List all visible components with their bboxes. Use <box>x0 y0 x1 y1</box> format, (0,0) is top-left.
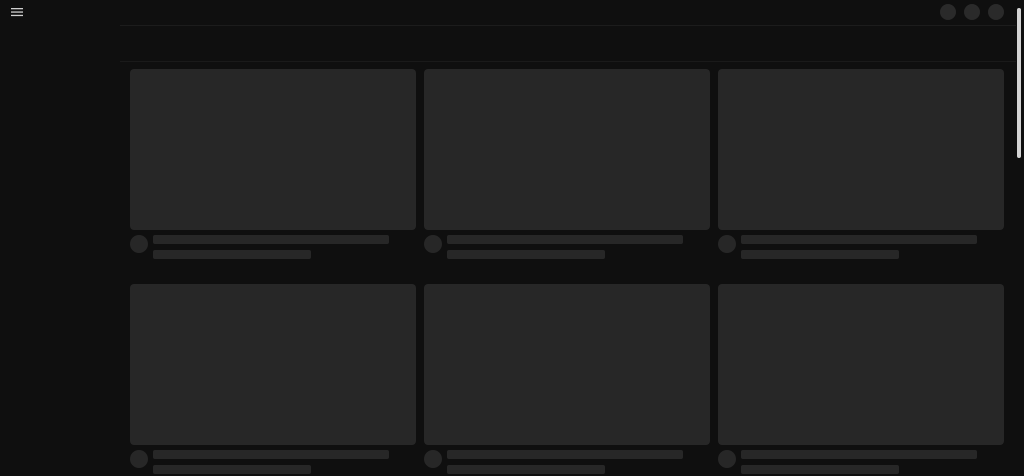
title-line-skeleton <box>153 450 389 459</box>
menu-button[interactable] <box>10 5 24 19</box>
sidebar <box>0 24 120 476</box>
video-grid <box>130 69 1004 476</box>
subtitle-line-skeleton <box>741 465 899 474</box>
avatar-skeleton <box>424 450 442 468</box>
title-line-skeleton <box>741 450 977 459</box>
thumbnail-skeleton <box>718 69 1004 230</box>
avatar-skeleton <box>718 235 736 253</box>
header-action-placeholder-2[interactable] <box>964 4 980 20</box>
subtitle-line-skeleton <box>153 250 311 259</box>
avatar-skeleton <box>718 450 736 468</box>
hamburger-menu-icon <box>11 8 23 17</box>
title-line-skeleton <box>741 235 977 244</box>
thumbnail-skeleton <box>130 284 416 445</box>
vertical-scrollbar[interactable] <box>1016 4 1022 476</box>
video-card-skeleton[interactable] <box>424 69 710 261</box>
video-card-skeleton[interactable] <box>718 69 1004 261</box>
header-action-placeholder-3[interactable] <box>988 4 1004 20</box>
app-window <box>0 0 1024 476</box>
subtitle-line-skeleton <box>447 250 605 259</box>
title-line-skeleton <box>447 450 683 459</box>
header-action-placeholder-1[interactable] <box>940 4 956 20</box>
video-card-skeleton[interactable] <box>130 284 416 476</box>
avatar-skeleton <box>424 235 442 253</box>
subtitle-line-skeleton <box>741 250 899 259</box>
thumbnail-skeleton <box>424 284 710 445</box>
thumbnail-skeleton <box>424 69 710 230</box>
scrollbar-thumb[interactable] <box>1017 8 1021 158</box>
thumbnail-skeleton <box>130 69 416 230</box>
title-line-skeleton <box>447 235 683 244</box>
video-card-skeleton[interactable] <box>130 69 416 261</box>
header-actions <box>940 4 1004 20</box>
avatar-skeleton <box>130 235 148 253</box>
avatar-skeleton <box>130 450 148 468</box>
video-card-skeleton[interactable] <box>424 284 710 476</box>
filter-chips-bar-skeleton <box>120 26 1016 62</box>
video-card-skeleton[interactable] <box>718 284 1004 476</box>
thumbnail-skeleton <box>718 284 1004 445</box>
subtitle-line-skeleton <box>447 465 605 474</box>
title-line-skeleton <box>153 235 389 244</box>
subtitle-line-skeleton <box>153 465 311 474</box>
